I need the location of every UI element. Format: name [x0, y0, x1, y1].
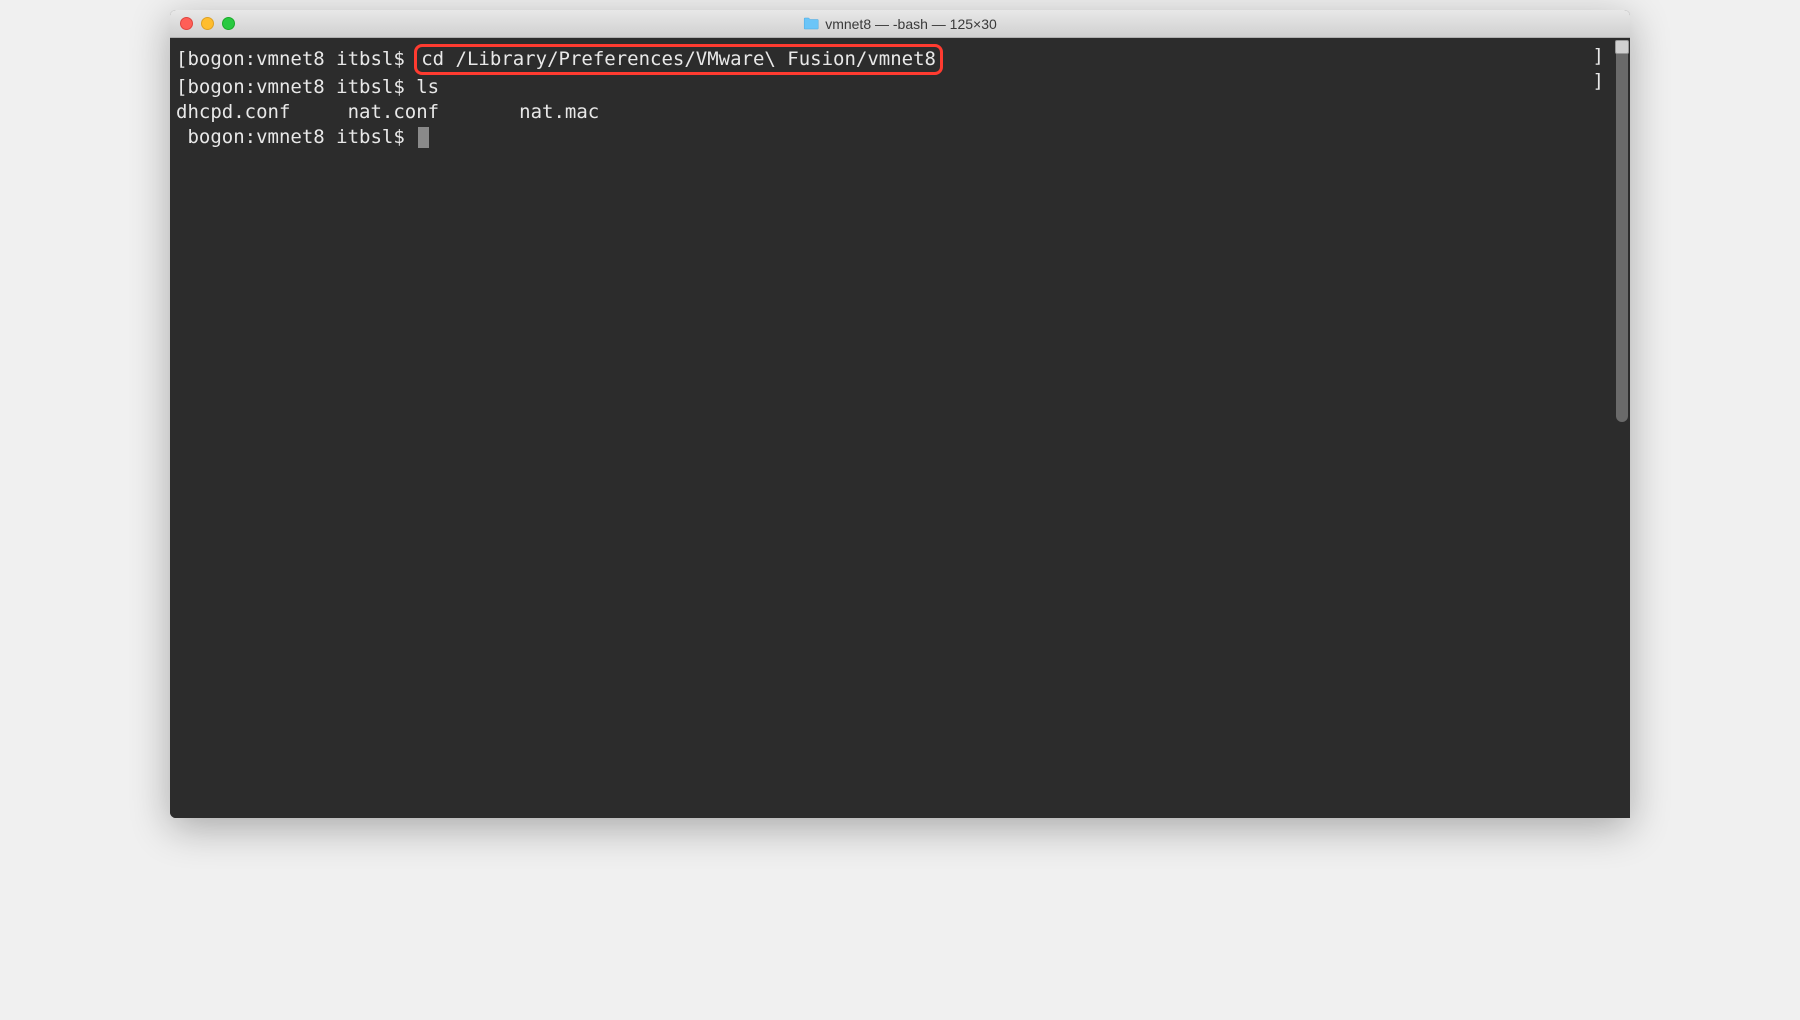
highlighted-command: cd /Library/Preferences/VMware\ Fusion/v…	[414, 44, 943, 75]
window-titlebar[interactable]: vmnet8 — -bash — 125×30	[170, 10, 1630, 38]
prompt-2: bogon:vmnet8 itbsl$	[187, 76, 416, 98]
prompt-4: bogon:vmnet8 itbsl$	[187, 126, 416, 148]
terminal-body[interactable]: [bogon:vmnet8 itbsl$ cd /Library/Prefere…	[170, 38, 1630, 818]
maximize-button[interactable]	[222, 17, 235, 30]
prompt-1: bogon:vmnet8 itbsl$	[187, 48, 416, 70]
command-ls: ls	[416, 76, 439, 98]
terminal-line-3: dhcpd.conf nat.conf nat.mac	[176, 100, 1622, 125]
window-title: vmnet8 — -bash — 125×30	[803, 16, 997, 32]
terminal-line-2: [bogon:vmnet8 itbsl$ ls	[176, 75, 1622, 100]
terminal-window: vmnet8 — -bash — 125×30 [bogon:vmnet8 it…	[170, 10, 1630, 818]
right-brackets: ] ]	[1593, 44, 1604, 94]
right-bracket-2: ]	[1593, 69, 1604, 94]
scrollbar-widget-icon[interactable]	[1615, 40, 1629, 54]
line-bracket: [	[176, 76, 187, 98]
close-button[interactable]	[180, 17, 193, 30]
terminal-line-4: bogon:vmnet8 itbsl$	[176, 125, 1622, 150]
scrollbar-thumb[interactable]	[1616, 42, 1628, 422]
folder-icon	[803, 17, 819, 30]
line-bracket: [	[176, 48, 187, 70]
terminal-line-1: [bogon:vmnet8 itbsl$ cd /Library/Prefere…	[176, 44, 1622, 75]
minimize-button[interactable]	[201, 17, 214, 30]
scrollbar-track[interactable]	[1614, 38, 1630, 818]
ls-output: dhcpd.conf nat.conf nat.mac	[176, 101, 599, 123]
traffic-lights	[180, 17, 235, 30]
right-bracket-1: ]	[1593, 44, 1604, 69]
terminal-cursor	[418, 127, 429, 148]
window-title-text: vmnet8 — -bash — 125×30	[825, 16, 997, 32]
